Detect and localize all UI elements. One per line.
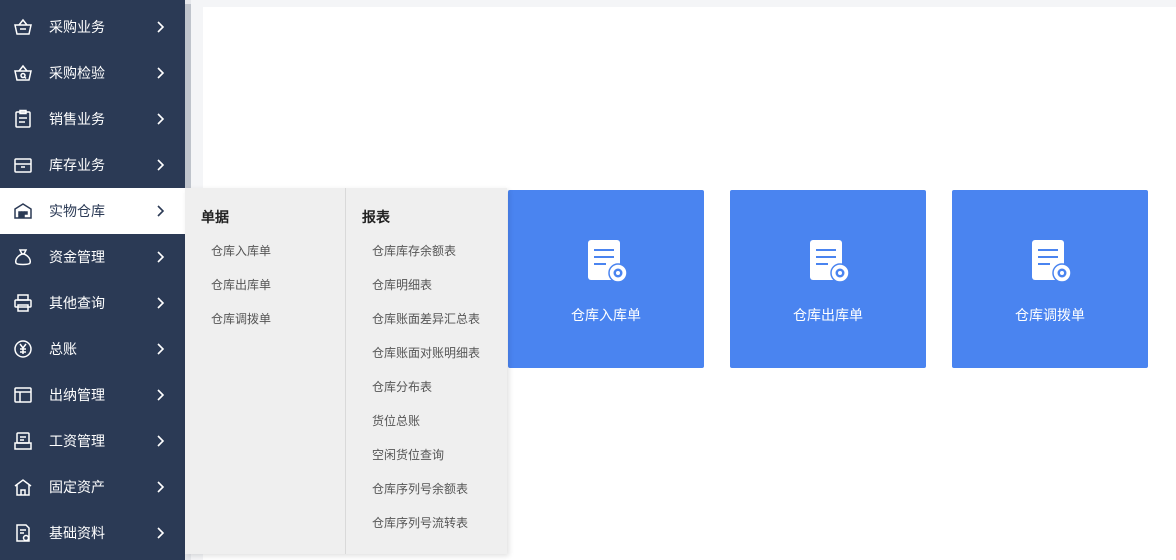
link-serial-balance[interactable]: 仓库序列号余额表 [372,480,468,497]
card-warehouse-outbound[interactable]: 仓库出库单 [730,190,926,368]
sidebar-item-label: 销售业务 [49,112,105,128]
chevron-right-icon [157,527,165,539]
link-warehouse-detail[interactable]: 仓库明细表 [372,276,432,293]
link-warehouse-outbound[interactable]: 仓库出库单 [211,276,271,293]
sidebar-item-label: 库存业务 [49,158,105,174]
link-warehouse-inbound[interactable]: 仓库入库单 [211,242,271,259]
link-warehouse-transfer[interactable]: 仓库调拨单 [211,310,271,327]
sidebar-item-label: 采购业务 [49,20,105,36]
chevron-right-icon [157,297,165,309]
sidebar-item-purchase[interactable]: 采购业务 [0,4,185,50]
basket-inspect-icon [12,62,34,84]
link-book-diff-summary[interactable]: 仓库账面差异汇总表 [372,310,480,327]
sidebar-item-inventory[interactable]: 库存业务 [0,142,185,188]
chevron-right-icon [157,389,165,401]
link-book-reconcile-detail[interactable]: 仓库账面对账明细表 [372,344,480,361]
clipboard-icon [12,108,34,130]
chevron-right-icon [157,343,165,355]
chevron-right-icon [157,159,165,171]
layout-icon [12,384,34,406]
link-location-ledger[interactable]: 货位总账 [372,412,420,429]
chevron-right-icon [157,21,165,33]
sidebar-item-label: 实物仓库 [49,204,105,220]
sidebar-item-fixed-assets[interactable]: 固定资产 [0,464,185,510]
sidebar-item-label: 资金管理 [49,250,105,266]
sidebar-item-purchase-inspection[interactable]: 采购检验 [0,50,185,96]
sidebar-item-payroll[interactable]: 工资管理 [0,418,185,464]
link-inventory-balance[interactable]: 仓库库存余额表 [372,242,456,259]
flyout-divider [345,188,346,554]
yen-circle-icon [12,338,34,360]
chevron-right-icon [157,251,165,263]
sidebar-item-warehouse[interactable]: 实物仓库 [0,188,185,234]
sidebar-item-cashier[interactable]: 出纳管理 [0,372,185,418]
basket-icon [12,16,34,38]
warehouse-icon [12,200,34,222]
card-warehouse-transfer[interactable]: 仓库调拨单 [952,190,1148,368]
sidebar-item-label: 其他查询 [49,296,105,312]
money-bag-icon [12,246,34,268]
scrollbar-thumb[interactable] [185,4,191,190]
link-idle-location-query[interactable]: 空闲货位查询 [372,446,444,463]
sidebar-item-other-query[interactable]: 其他查询 [0,280,185,326]
sidebar: 采购业务 采购检验 销售业务 库存业务 实物仓库 资金管理 其他查询 总账 出纳… [0,0,185,560]
sidebar-item-general-ledger[interactable]: 总账 [0,326,185,372]
submenu-flyout: 单据 仓库入库单 仓库出库单 仓库调拨单 报表 仓库库存余额表 仓库明细表 仓库… [185,188,507,554]
chevron-right-icon [157,481,165,493]
sidebar-item-basic-data[interactable]: 基础资料 [0,510,185,556]
printer-icon [12,292,34,314]
chevron-right-icon [157,113,165,125]
sidebar-item-label: 基础资料 [49,526,105,542]
sidebar-item-label: 工资管理 [49,434,105,450]
document-settings-icon [1032,240,1072,283]
chevron-right-icon [157,67,165,79]
sidebar-item-funds[interactable]: 资金管理 [0,234,185,280]
sidebar-item-label: 采购检验 [49,66,105,82]
payroll-icon [12,430,34,452]
inbox-icon [12,154,34,176]
link-serial-flow[interactable]: 仓库序列号流转表 [372,514,468,531]
document-settings-icon [810,240,850,283]
documents-heading: 单据 [201,210,229,226]
sidebar-item-label: 出纳管理 [49,388,105,404]
card-label: 仓库出库单 [793,308,863,324]
document-settings-icon [588,240,628,283]
chevron-right-icon [157,435,165,447]
sidebar-item-sales[interactable]: 销售业务 [0,96,185,142]
card-label: 仓库调拨单 [1015,308,1085,324]
sidebar-item-label: 总账 [49,342,77,358]
house-icon [12,476,34,498]
reports-heading: 报表 [362,210,390,226]
link-warehouse-distribution[interactable]: 仓库分布表 [372,378,432,395]
sidebar-item-label: 固定资产 [49,480,105,496]
card-warehouse-inbound[interactable]: 仓库入库单 [508,190,704,368]
document-settings-icon [12,522,34,544]
card-label: 仓库入库单 [571,308,641,324]
chevron-right-icon [157,205,165,217]
